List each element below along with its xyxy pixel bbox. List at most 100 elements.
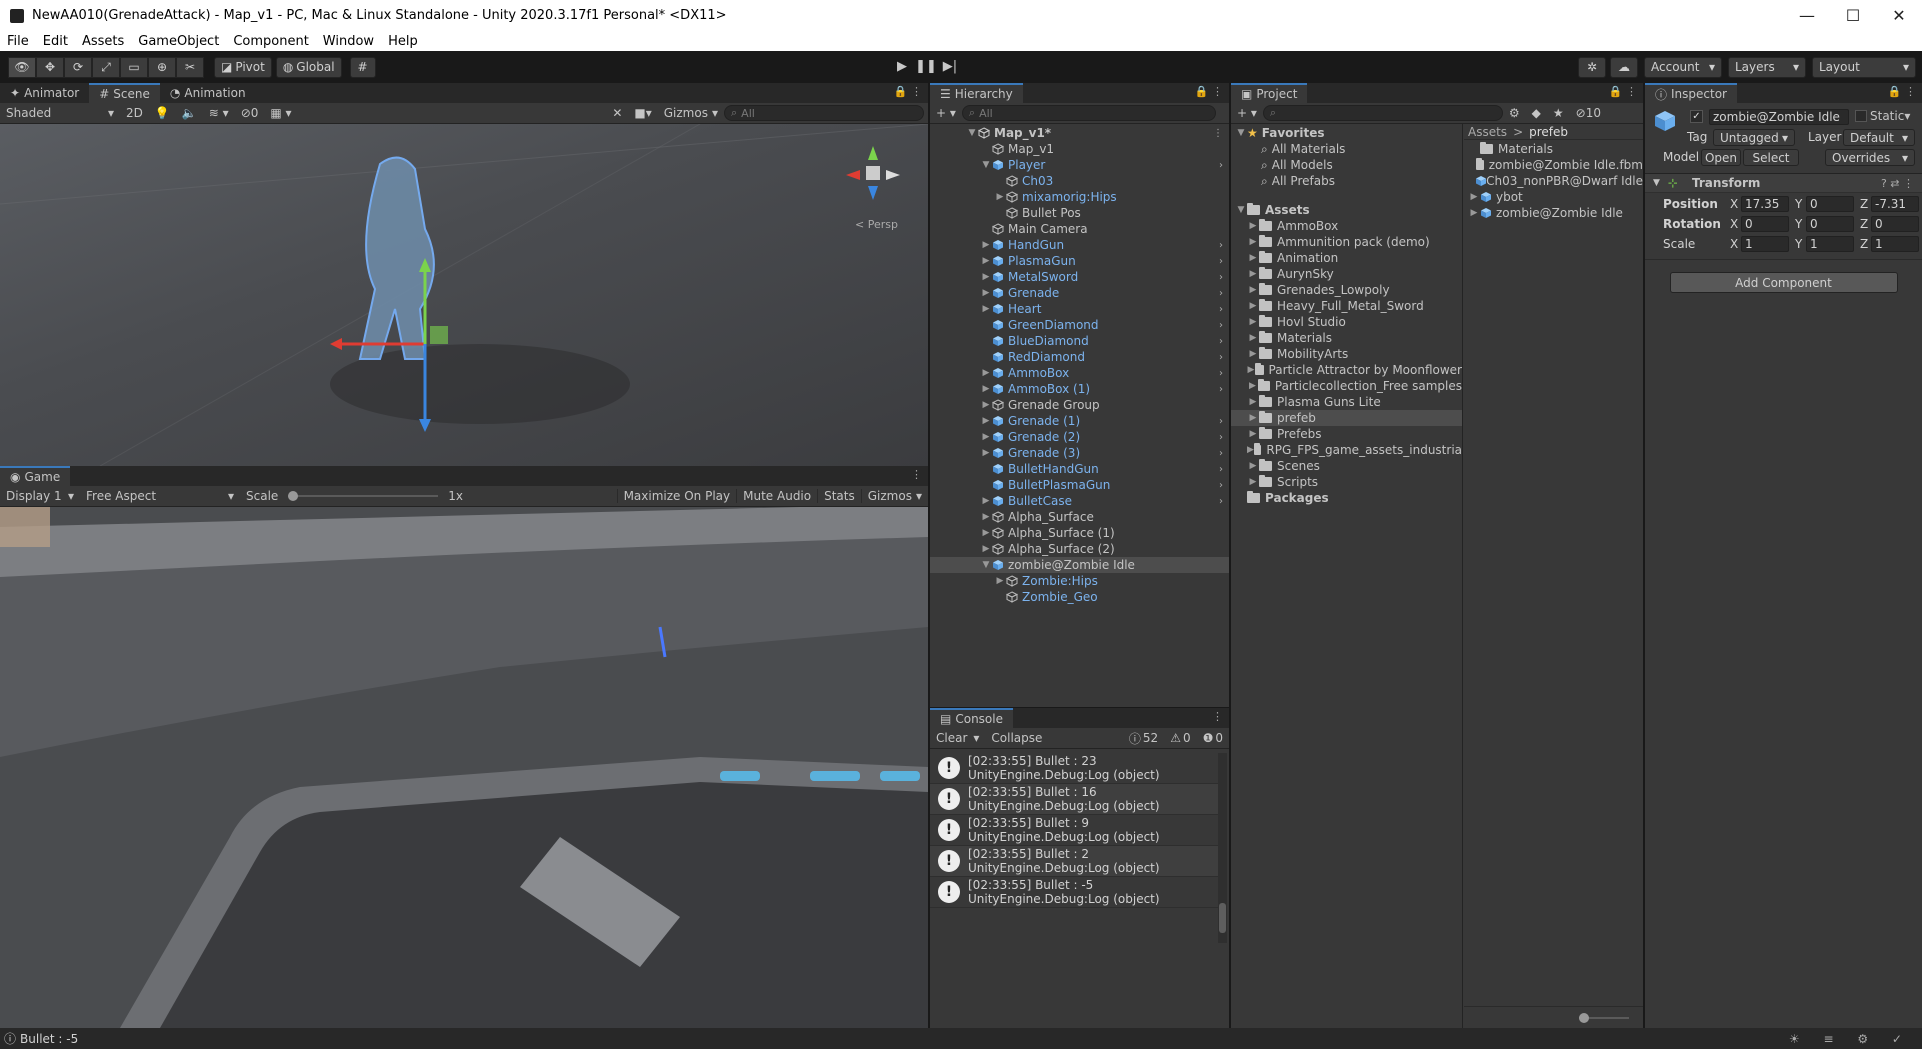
prefab-open-icon[interactable]: › — [1219, 352, 1223, 363]
hierarchy-item[interactable]: ▶ Grenade Group — [930, 397, 1229, 413]
open-button[interactable]: Open — [1701, 149, 1741, 166]
hierarchy-item[interactable]: ▶ HandGun › — [930, 237, 1229, 253]
panel-options-icon[interactable]: 🔒 ⋮ — [894, 85, 922, 98]
breadcrumb-prefeb[interactable]: prefeb — [1529, 125, 1568, 139]
static-dropdown[interactable]: Static▾ — [1870, 109, 1910, 123]
expand-arrow-icon[interactable]: ▶ — [1247, 349, 1259, 359]
hidden-objects-toggle[interactable]: ⊘ 0 — [235, 106, 265, 120]
transform-header[interactable]: ▼ ⊹ Transform ? ⇄ ⋮ — [1645, 173, 1922, 193]
asset-folder-item[interactable]: ▶ RPG_FPS_game_assets_industria — [1231, 442, 1462, 458]
tab-hierarchy[interactable]: ☰ Hierarchy — [930, 83, 1023, 103]
log-count-toggle[interactable]: ⓘ 52 — [1123, 730, 1164, 747]
asset-folder-item[interactable]: ▶ AurynSky — [1231, 266, 1462, 282]
expand-arrow-icon[interactable]: ▶ — [1247, 365, 1255, 375]
asset-folder-item[interactable]: ▶ Scenes — [1231, 458, 1462, 474]
prefab-open-icon[interactable]: › — [1219, 160, 1223, 171]
expand-arrow-icon[interactable]: ▼ — [980, 160, 992, 170]
project-search-input[interactable]: ⌕ — [1262, 105, 1503, 121]
console-message[interactable]: ! [02:33:55] Bullet : 16 UnityEngine.Debug… — [930, 784, 1218, 815]
hierarchy-item[interactable]: ▶ Heart › — [930, 301, 1229, 317]
close-button[interactable]: ✕ — [1876, 6, 1922, 25]
hierarchy-item[interactable]: ▶ Grenade (1) › — [930, 413, 1229, 429]
favorite-item[interactable]: ⌕ All Prefabs — [1231, 173, 1462, 189]
prefab-open-icon[interactable]: › — [1219, 384, 1223, 395]
position-z-field[interactable]: -7.31 — [1871, 196, 1919, 212]
tools-icon[interactable]: ✕ — [606, 106, 628, 120]
expand-arrow-icon[interactable]: ▶ — [1247, 269, 1259, 279]
menu-edit[interactable]: Edit — [36, 34, 75, 49]
asset-folder-item[interactable]: ▶ Hovl Studio — [1231, 314, 1462, 330]
menu-help[interactable]: Help — [381, 34, 425, 49]
hierarchy-item[interactable]: ▶ Grenade (2) › — [930, 429, 1229, 445]
panel-options-icon[interactable]: ⋮ — [911, 468, 922, 481]
hierarchy-item[interactable]: ▶ PlasmaGun › — [930, 253, 1229, 269]
expand-arrow-icon[interactable]: ▶ — [980, 256, 992, 266]
minimize-button[interactable]: — — [1784, 6, 1830, 25]
error-count-toggle[interactable]: ❶0 — [1197, 731, 1229, 745]
expand-arrow-icon[interactable]: ▶ — [1247, 317, 1259, 327]
expand-arrow-icon[interactable]: ▶ — [1247, 285, 1259, 295]
prefab-open-icon[interactable]: › — [1219, 288, 1223, 299]
assets-header[interactable]: ▼ Assets — [1231, 202, 1462, 218]
expand-arrow-icon[interactable]: ▶ — [1247, 477, 1259, 487]
scene-viewport[interactable]: < Persp — [0, 124, 928, 466]
panel-options-icon[interactable]: ⋮ — [1212, 710, 1223, 723]
asset-item[interactable]: Ch03_nonPBR@Dwarf Idle — [1464, 173, 1643, 189]
asset-folder-item[interactable]: ▶ Particle Attractor by Moonflower — [1231, 362, 1462, 378]
transform-tool-icon[interactable]: ⊕ — [148, 56, 176, 78]
expand-arrow-icon[interactable]: ▶ — [1468, 208, 1480, 218]
pause-icon[interactable]: ❚❚ — [914, 55, 938, 77]
expand-arrow-icon[interactable]: ▶ — [980, 384, 992, 394]
prefab-open-icon[interactable]: › — [1219, 304, 1223, 315]
asset-item[interactable]: zombie@Zombie Idle.fbm — [1464, 157, 1643, 173]
breadcrumb-assets[interactable]: Assets — [1468, 125, 1507, 139]
step-icon[interactable]: ▶| — [938, 55, 962, 77]
hierarchy-item[interactable]: BulletPlasmaGun › — [930, 477, 1229, 493]
game-viewport[interactable] — [0, 507, 928, 1028]
display-dropdown[interactable]: Display 1 ▾ — [0, 489, 80, 503]
tag-dropdown[interactable]: Untagged ▾ — [1713, 129, 1795, 146]
grid-icon[interactable]: ▦ ▾ — [264, 106, 297, 120]
hierarchy-item[interactable]: Ch03 — [930, 173, 1229, 189]
expand-arrow-icon[interactable]: ▶ — [1247, 445, 1254, 455]
component-options-icon[interactable]: ? ⇄ ⋮ — [1881, 177, 1914, 190]
stats-toggle[interactable]: Stats — [817, 489, 861, 503]
search-by-type-icon[interactable]: ⚙ — [1503, 106, 1526, 120]
layers-dropdown[interactable]: Layers ▾ — [1728, 56, 1806, 78]
position-y-field[interactable]: 0 — [1806, 196, 1854, 212]
rotate-tool-icon[interactable]: ⟳ — [64, 56, 92, 78]
asset-folder-item[interactable]: ▶ MobilityArts — [1231, 346, 1462, 362]
panel-options-icon[interactable]: 🔒 ⋮ — [1888, 85, 1916, 98]
prefab-open-icon[interactable]: › — [1219, 448, 1223, 459]
scale-slider[interactable] — [288, 491, 439, 501]
tab-inspector[interactable]: ⓘ Inspector — [1645, 83, 1737, 103]
scale-x-field[interactable]: 1 — [1741, 236, 1789, 252]
prefab-open-icon[interactable]: › — [1219, 496, 1223, 507]
mode-2d-toggle[interactable]: 2D — [120, 106, 149, 120]
packages-header[interactable]: Packages — [1231, 490, 1462, 506]
expand-arrow-icon[interactable]: ▼ — [966, 128, 978, 138]
aspect-dropdown[interactable]: Free Aspect ▾ — [80, 489, 240, 503]
scale-z-field[interactable]: 1 — [1871, 236, 1919, 252]
camera-icon[interactable]: ■▾ — [628, 106, 657, 120]
hierarchy-item[interactable]: ▶ AmmoBox (1) › — [930, 381, 1229, 397]
prefab-open-icon[interactable]: › — [1219, 240, 1223, 251]
asset-folder-item[interactable]: ▶ Scripts — [1231, 474, 1462, 490]
hierarchy-item[interactable]: GreenDiamond › — [930, 317, 1229, 333]
lighting-icon[interactable]: 💡 — [149, 106, 176, 120]
menu-component[interactable]: Component — [226, 34, 315, 49]
expand-arrow-icon[interactable]: ▶ — [1247, 301, 1259, 311]
console-message[interactable]: ! [02:33:55] Bullet : 2 UnityEngine.Debug:… — [930, 846, 1218, 877]
position-x-field[interactable]: 17.35 — [1741, 196, 1789, 212]
scale-y-field[interactable]: 1 — [1806, 236, 1854, 252]
expand-arrow-icon[interactable]: ▶ — [980, 304, 992, 314]
console-message[interactable]: ! [02:33:55] Bullet : -5 UnityEngine.Debug… — [930, 877, 1218, 908]
asset-folder-item[interactable]: ▶ Particlecollection_Free samples — [1231, 378, 1462, 394]
asset-item[interactable]: ▶ zombie@Zombie Idle — [1464, 205, 1643, 221]
expand-arrow-icon[interactable]: ▶ — [980, 368, 992, 378]
overrides-dropdown[interactable]: Overrides ▾ — [1825, 149, 1915, 166]
tab-project[interactable]: ▣ Project — [1231, 83, 1308, 103]
global-toggle[interactable]: ◍ Global — [275, 56, 342, 78]
select-button[interactable]: Select — [1743, 149, 1799, 166]
prefab-open-icon[interactable]: › — [1219, 256, 1223, 267]
